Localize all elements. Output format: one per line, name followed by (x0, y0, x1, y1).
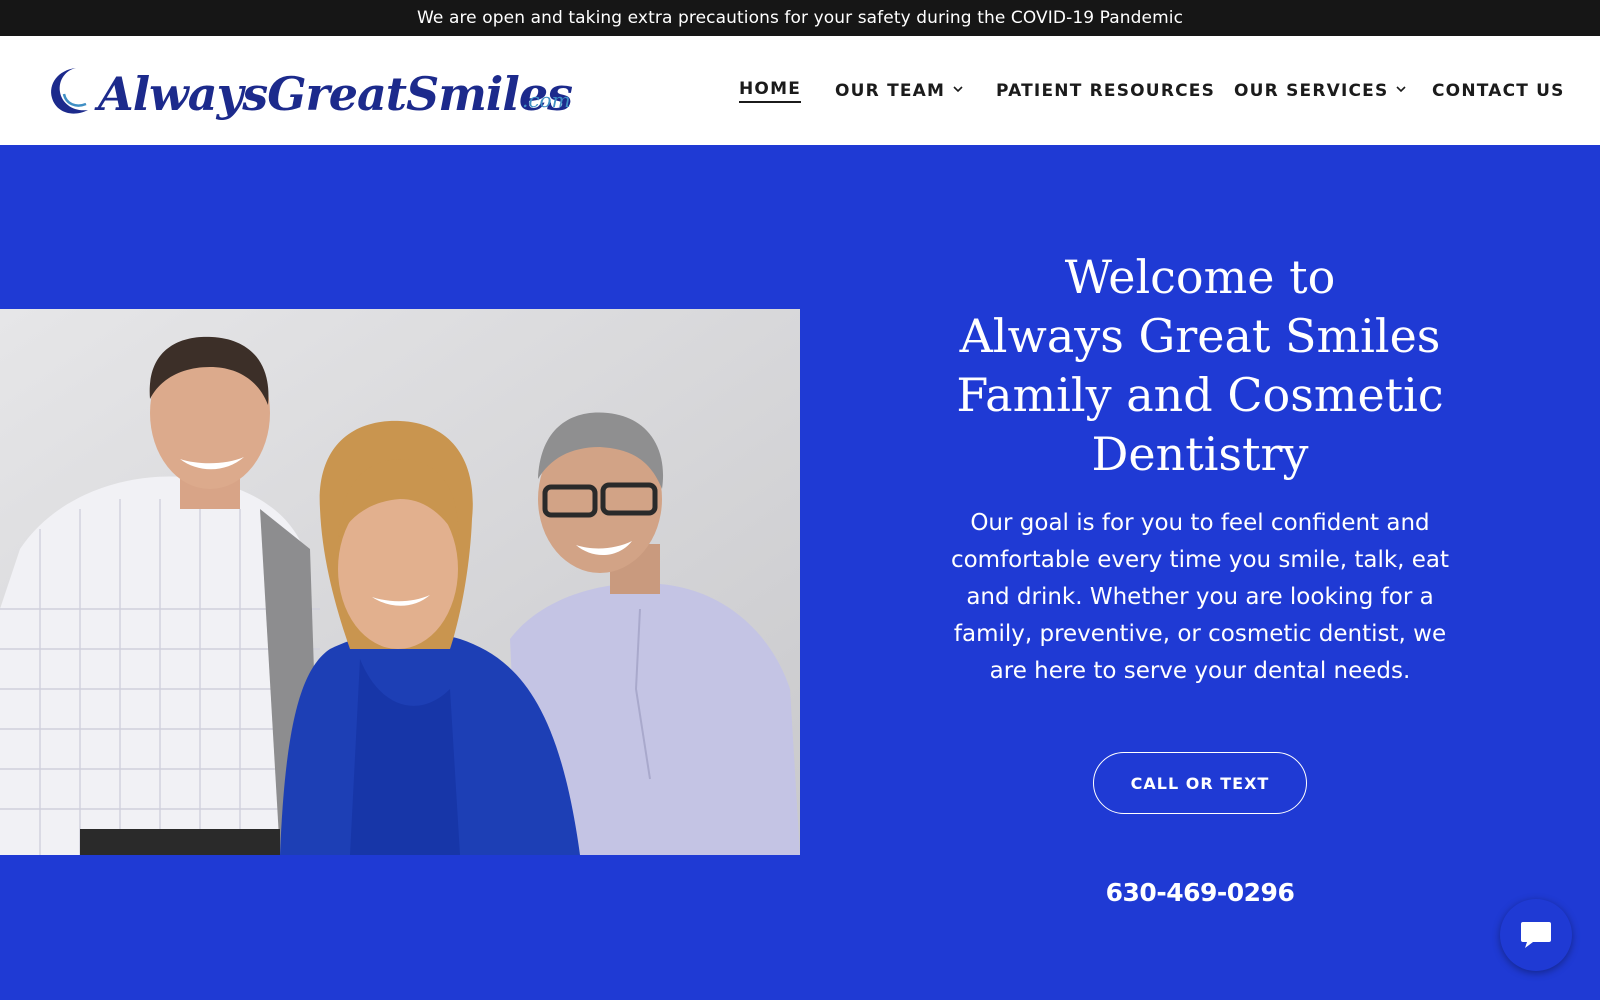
banner-text: We are open and taking extra precautions… (416, 8, 1184, 28)
nav-our-team-label: OUR TEAM (835, 81, 946, 101)
nav-contact-us[interactable]: CONTACT US (1432, 78, 1565, 104)
nav-patient-resources-label: PATIENT RESOURCES (996, 81, 1216, 101)
nav-home-label: HOME (739, 79, 802, 103)
chat-button[interactable] (1500, 899, 1572, 971)
hero-title-line-2: Always Great Smiles (959, 309, 1441, 363)
hero-description: Our goal is for you to feel confident an… (950, 510, 1450, 684)
nav-our-team[interactable]: OUR TEAM (835, 78, 963, 104)
nav-patient-resources[interactable]: PATIENT RESOURCES (996, 78, 1215, 104)
team-photo-illustration (0, 309, 800, 855)
hero-title-line-1: Welcome to (1064, 250, 1336, 304)
nav-our-services[interactable]: OUR SERVICES (1234, 78, 1407, 104)
hero-section: Welcome to Always Great Smiles Family an… (0, 145, 1600, 1000)
site-header: AlwaysGreatSmiles .com HOME OUR TEAM PAT… (0, 36, 1600, 145)
hero-title: Welcome to Always Great Smiles Family an… (930, 248, 1470, 484)
phone-number-link[interactable]: 630-469-0296 (1050, 878, 1350, 907)
site-logo[interactable]: AlwaysGreatSmiles .com (46, 58, 578, 130)
crescent-smile-icon (51, 68, 88, 114)
chevron-down-icon (1396, 86, 1407, 93)
hero-title-line-4: Dentistry (1091, 427, 1309, 481)
logo-tld: .com (522, 88, 571, 112)
nav-our-services-label: OUR SERVICES (1234, 81, 1389, 101)
nav-home[interactable]: HOME (739, 78, 802, 104)
chat-bubble-icon (1521, 922, 1551, 948)
chevron-down-icon (953, 86, 963, 93)
call-or-text-button[interactable]: CALL OR TEXT (1093, 752, 1307, 814)
hero-title-line-3: Family and Cosmetic (956, 368, 1444, 422)
team-photo (0, 309, 800, 855)
announcement-banner: We are open and taking extra precautions… (0, 0, 1600, 36)
nav-contact-us-label: CONTACT US (1432, 81, 1565, 101)
logo-wordmark: AlwaysGreatSmiles (98, 67, 573, 121)
